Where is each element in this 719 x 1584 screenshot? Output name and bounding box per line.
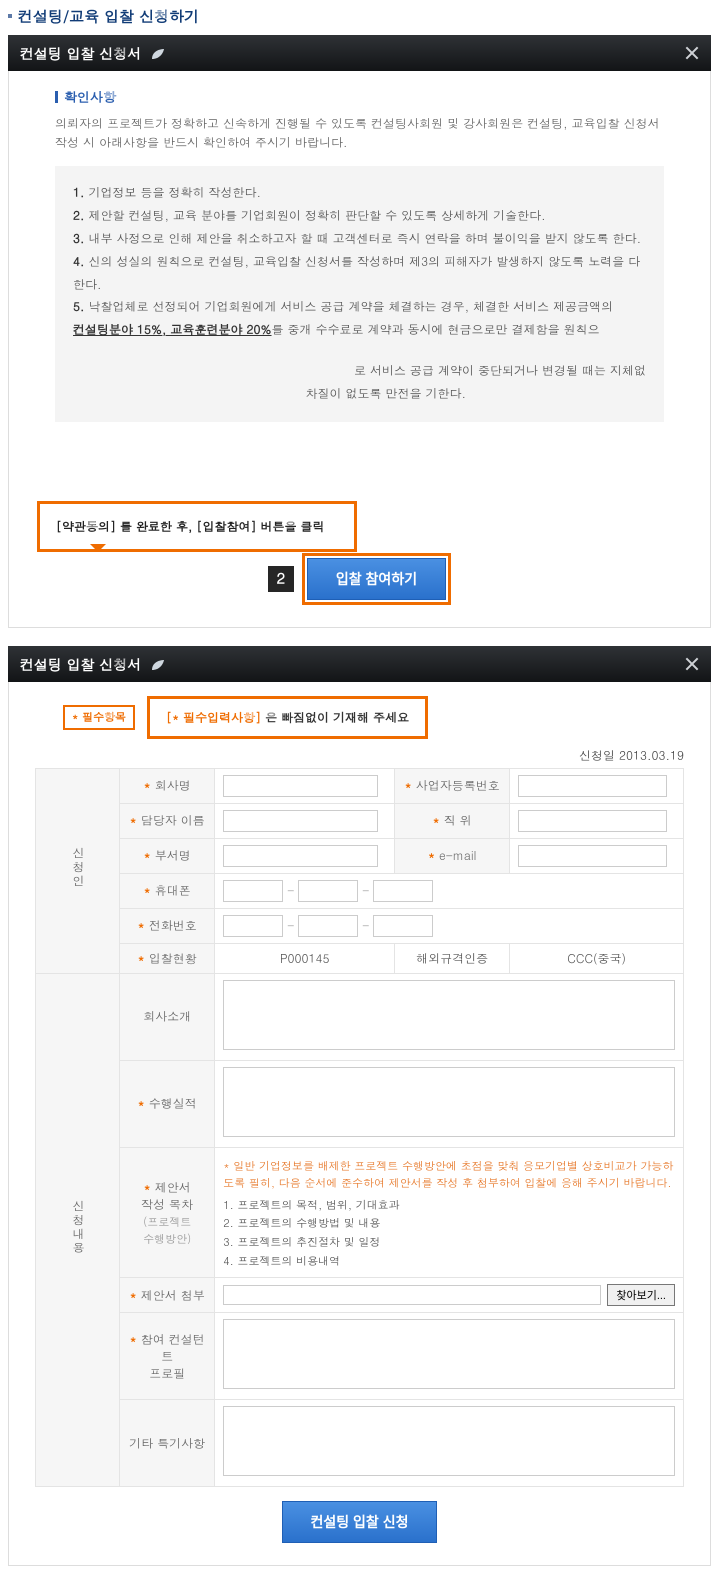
list-4: 4. 프로젝트의 비용내역 bbox=[223, 1253, 675, 1272]
rule-4: 4. 신의 성실의 원칙으로 컨설팅, 교육입찰 신청서를 작성하며 제3의 피… bbox=[73, 251, 646, 297]
input-mobile-2[interactable] bbox=[298, 880, 358, 902]
input-tel-1[interactable] bbox=[223, 915, 283, 937]
application-form-table: 신청인 회사명 사업자등록번호 담당자 이름 직 위 부서명 e-mail 휴대… bbox=[35, 768, 684, 1488]
required-tab: * 필수항목 bbox=[63, 705, 135, 730]
bid-code: P000145 bbox=[215, 943, 395, 973]
input-bizno[interactable] bbox=[518, 775, 667, 797]
side-applicant: 신청인 bbox=[36, 768, 120, 973]
submit-row: 컨설팅 입찰 신청 bbox=[35, 1487, 684, 1543]
modal2-title: 컨설팅 입찰 신청서 bbox=[20, 654, 141, 674]
label-tel: 전화번호 bbox=[120, 908, 215, 943]
rule-1: 1. 기업정보 등을 정확히 작성한다. bbox=[73, 182, 646, 205]
rule-fee: 컨설팅분야 15%, 교육훈련분야 20%를 중개 수수료로 계약과 동시에 현… bbox=[73, 319, 646, 342]
label-manager: 담당자 이름 bbox=[120, 803, 215, 838]
label-company-intro: 회사소개 bbox=[120, 973, 215, 1060]
modal-header: 컨설팅 입찰 신청서 bbox=[8, 35, 711, 71]
apply-date: 신청일 2013.03.19 bbox=[35, 747, 684, 764]
file-path-display bbox=[223, 1285, 601, 1305]
participate-row: 2 입찰 참여하기 bbox=[55, 553, 664, 605]
label-email: e-mail bbox=[395, 838, 510, 873]
input-manager[interactable] bbox=[223, 810, 378, 832]
apply-date-label: 신청일 bbox=[579, 747, 615, 764]
callout-terms-agree: [약관동의] 를 완료한 후, [입찰참여] 버튼을 클릭 bbox=[37, 501, 357, 552]
fee-tail: 를 중개 수수료로 계약과 동시에 현금으로만 결제함을 원칙으 bbox=[272, 321, 600, 338]
side-content: 신청내용 bbox=[36, 973, 120, 1487]
list-3: 3. 프로젝트의 추진절차 및 일정 bbox=[223, 1234, 675, 1253]
submit-button[interactable]: 컨설팅 입찰 신청 bbox=[282, 1501, 438, 1543]
rule-2: 2. 제안할 컨설팅, 교육 분야를 기업회원이 정확히 판단할 수 있도록 상… bbox=[73, 205, 646, 228]
rules-box: 1. 기업정보 등을 정확히 작성한다. 2. 제안할 컨설팅, 교육 분야를 … bbox=[55, 166, 664, 421]
callout-after: 버튼을 클릭 bbox=[257, 518, 325, 535]
list-2: 2. 프로젝트의 수행방법 및 내용 bbox=[223, 1215, 675, 1234]
rule-6b: 차질이 없도록 만전을 기한다. bbox=[73, 383, 646, 406]
rule-5-text: 낙찰업체로 선정되어 기업회원에게 서비스 공급 계약을 체결하는 경우, 체결… bbox=[89, 298, 614, 315]
rule-3-text: 내부 사정으로 인해 제안을 취소하고자 할 때 고객센터로 즉시 연락을 하며… bbox=[89, 230, 642, 247]
label-proposal-toc: 제안서 작성 목차 (프로젝트 수행방안) bbox=[120, 1147, 215, 1278]
label-etc: 기타 특기사항 bbox=[120, 1400, 215, 1487]
participate-button[interactable]: 입찰 참여하기 bbox=[307, 558, 446, 600]
intro-text: 의뢰자의 프로젝트가 정확하고 신속하게 진행될 수 있도록 컨설팅사회원 및 … bbox=[55, 114, 664, 152]
required-row: * 필수항목 [* 필수입력사항] 은 빠짐없이 기재해 주세요 bbox=[35, 696, 684, 739]
bid-region: CCC(중국) bbox=[510, 943, 684, 973]
input-email[interactable] bbox=[518, 845, 667, 867]
confirm-heading: 확인사항 bbox=[55, 87, 664, 106]
input-dept[interactable] bbox=[223, 845, 378, 867]
label-consultant-profile: 참여 컨설턴트 프로필 bbox=[120, 1313, 215, 1400]
label-mobile: 휴대폰 bbox=[120, 873, 215, 908]
rule-5: 5. 낙찰업체로 선정되어 기업회원에게 서비스 공급 계약을 체결하는 경우,… bbox=[73, 296, 646, 319]
callout-bold-2: [입찰참여] bbox=[197, 518, 257, 535]
page-title: 컨설팅/교육 입찰 신청하기 bbox=[8, 6, 199, 27]
rule-6a: 로 서비스 공급 계약이 중단되거나 변경될 때는 지체없 bbox=[73, 360, 646, 383]
leaf-icon bbox=[146, 43, 166, 63]
rule-2-text: 제안할 컨설팅, 교육 분야를 기업회원이 정확히 판단할 수 있도록 상세하게… bbox=[89, 207, 546, 224]
badge-2: 2 bbox=[268, 566, 294, 592]
close-icon[interactable] bbox=[685, 657, 699, 671]
rule-4-text: 신의 성실의 원칙으로 컨설팅, 교육입찰 신청서를 작성하며 제3의 피해자가… bbox=[73, 253, 640, 293]
page-title-wrap: 컨설팅/교육 입찰 신청하기 bbox=[0, 0, 719, 35]
input-mobile-1[interactable] bbox=[223, 880, 283, 902]
list-1: 1. 프로젝트의 목적, 범위, 기대효과 bbox=[223, 1197, 675, 1216]
input-mobile-3[interactable] bbox=[373, 880, 433, 902]
label-company: 회사명 bbox=[120, 768, 215, 803]
highlight-wrap: 입찰 참여하기 bbox=[302, 553, 451, 605]
apply-date-value: 2013.03.19 bbox=[619, 747, 684, 764]
browse-button[interactable]: 찾아보기... bbox=[607, 1284, 675, 1306]
proposal-num-list: 1. 프로젝트의 목적, 범위, 기대효과 2. 프로젝트의 수행방법 및 내용… bbox=[223, 1197, 675, 1272]
label-proposal-toc-sub: (프로젝트 수행방안) bbox=[143, 1215, 191, 1247]
callout-mid: 를 완료한 후, bbox=[116, 518, 197, 535]
fee-underline: 컨설팅분야 15%, 교육훈련분야 20% bbox=[73, 321, 272, 338]
callout-bold-1: [약관동의] bbox=[56, 518, 116, 535]
required-callout: [* 필수입력사항] 은 빠짐없이 기재해 주세요 bbox=[147, 696, 428, 739]
rule-3: 3. 내부 사정으로 인해 제안을 취소하고자 할 때 고객센터로 즉시 연락을… bbox=[73, 228, 646, 251]
leaf-icon bbox=[146, 654, 166, 674]
input-company[interactable] bbox=[223, 775, 378, 797]
label-dept: 부서명 bbox=[120, 838, 215, 873]
modal2-body: * 필수항목 [* 필수입력사항] 은 빠짐없이 기재해 주세요 신청일 201… bbox=[8, 682, 711, 1567]
textarea-company-intro[interactable] bbox=[223, 980, 675, 1050]
label-proposal-attach: 제안서 첨부 bbox=[120, 1278, 215, 1313]
label-bizno: 사업자등록번호 bbox=[395, 768, 510, 803]
input-position[interactable] bbox=[518, 810, 667, 832]
label-performance: 수행실적 bbox=[120, 1060, 215, 1147]
label-position: 직 위 bbox=[395, 803, 510, 838]
bid-cert: 해외규격인증 bbox=[395, 943, 510, 973]
rule-1-text: 기업정보 등을 정확히 작성한다. bbox=[89, 184, 262, 201]
modal-body: 확인사항 의뢰자의 프로젝트가 정확하고 신속하게 진행될 수 있도록 컨설팅사… bbox=[8, 71, 711, 628]
modal-consulting-bid-form: 컨설팅 입찰 신청서 * 필수항목 [* 필수입력사항] 은 빠짐없이 기재해 … bbox=[8, 646, 711, 1567]
textarea-etc[interactable] bbox=[223, 1406, 675, 1476]
modal-consulting-bid-confirm: 컨설팅 입찰 신청서 확인사항 의뢰자의 프로젝트가 정확하고 신속하게 진행될… bbox=[8, 35, 711, 628]
req-callout-text: 은 빠짐없이 기재해 주세요 bbox=[261, 709, 409, 726]
proposal-orange-note: * 일반 기업정보를 배제한 프로젝트 수행방안에 초점을 맞춰 응모기업별 상… bbox=[223, 1154, 675, 1197]
req-callout-bold: [* 필수입력사항] bbox=[166, 709, 261, 726]
input-tel-2[interactable] bbox=[298, 915, 358, 937]
textarea-performance[interactable] bbox=[223, 1067, 675, 1137]
close-icon[interactable] bbox=[685, 46, 699, 60]
textarea-consultant-profile[interactable] bbox=[223, 1319, 675, 1389]
modal2-header: 컨설팅 입찰 신청서 bbox=[8, 646, 711, 682]
label-bid-status: 입찰현황 bbox=[120, 943, 215, 973]
modal-title: 컨설팅 입찰 신청서 bbox=[20, 43, 141, 63]
input-tel-3[interactable] bbox=[373, 915, 433, 937]
